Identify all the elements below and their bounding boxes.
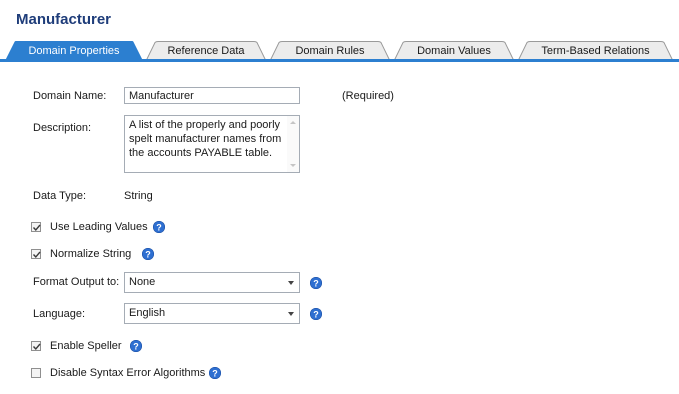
scroll-down-icon[interactable]	[290, 164, 296, 167]
scroll-up-icon[interactable]	[290, 121, 296, 124]
data-type-label: Data Type:	[33, 190, 86, 202]
tab-term-based-relations[interactable]: Term-Based Relations	[518, 41, 673, 60]
description-line: A list of the properly and poorly	[129, 119, 281, 131]
tab-label: Domain Properties	[28, 45, 120, 57]
description-scrollbar[interactable]	[287, 116, 299, 172]
enable-speller-label: Enable Speller	[50, 340, 122, 352]
help-icon[interactable]: ?	[142, 248, 154, 260]
svg-text:?: ?	[212, 368, 218, 378]
page-title: Manufacturer	[16, 11, 112, 28]
help-icon[interactable]: ?	[130, 340, 142, 352]
use-leading-values-label: Use Leading Values	[50, 221, 148, 233]
required-note: (Required)	[342, 90, 394, 102]
chevron-down-icon	[288, 281, 294, 285]
enable-speller-checkbox[interactable]	[31, 341, 41, 351]
svg-text:?: ?	[133, 341, 139, 351]
help-icon[interactable]: ?	[209, 367, 221, 379]
tab-label: Term-Based Relations	[541, 45, 650, 57]
normalize-string-checkbox[interactable]	[31, 249, 41, 259]
tab-reference-data[interactable]: Reference Data	[146, 41, 266, 60]
domain-name-input[interactable]	[124, 87, 300, 104]
tab-domain-properties[interactable]: Domain Properties	[6, 41, 142, 60]
disable-syntax-checkbox[interactable]	[31, 368, 41, 378]
description-line: the accounts PAYABLE table.	[129, 147, 273, 159]
disable-syntax-label: Disable Syntax Error Algorithms	[50, 367, 206, 379]
domain-name-label: Domain Name:	[33, 90, 107, 102]
tab-underline	[0, 59, 679, 62]
check-icon	[32, 251, 41, 259]
check-icon	[32, 343, 41, 351]
language-label: Language:	[33, 308, 85, 320]
svg-text:?: ?	[313, 309, 319, 319]
svg-text:?: ?	[313, 278, 319, 288]
format-output-label: Format Output to:	[33, 276, 120, 288]
svg-text:?: ?	[156, 222, 162, 232]
format-output-value: None	[129, 276, 156, 288]
description-label: Description:	[33, 122, 92, 134]
help-icon[interactable]: ?	[310, 308, 322, 320]
tab-domain-rules[interactable]: Domain Rules	[270, 41, 390, 60]
language-value: English	[129, 307, 166, 319]
description-line: spelt manufacturer names from	[129, 133, 282, 145]
tab-label: Reference Data	[167, 45, 245, 57]
normalize-string-label: Normalize String	[50, 248, 132, 260]
data-type-value: String	[124, 190, 153, 202]
tab-label: Domain Values	[417, 45, 491, 57]
help-icon[interactable]: ?	[153, 221, 165, 233]
help-icon[interactable]: ?	[310, 277, 322, 289]
svg-text:?: ?	[145, 249, 151, 259]
description-textarea[interactable]: A list of the properly and poorly spelt …	[124, 115, 300, 173]
tab-label: Domain Rules	[295, 45, 365, 57]
format-output-select[interactable]: None	[124, 272, 300, 293]
tab-domain-values[interactable]: Domain Values	[394, 41, 514, 60]
chevron-down-icon	[288, 312, 294, 316]
use-leading-values-checkbox[interactable]	[31, 222, 41, 232]
check-icon	[32, 224, 41, 232]
language-select[interactable]: English	[124, 303, 300, 324]
